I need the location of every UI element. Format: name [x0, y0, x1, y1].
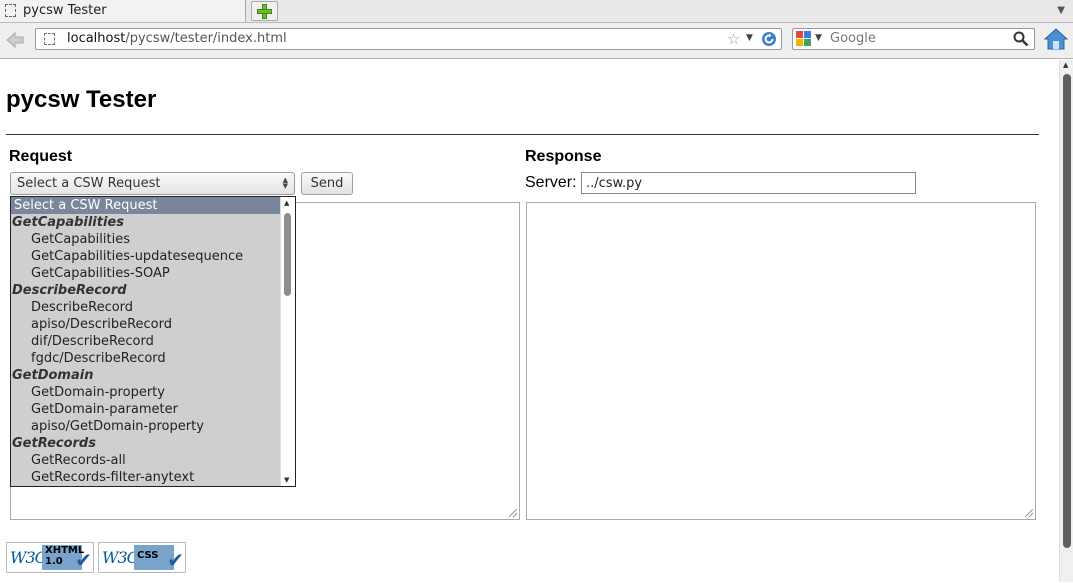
- page-title: pycsw Tester: [6, 86, 157, 113]
- dropdown-option[interactable]: apiso/GetDomain-property: [11, 418, 282, 435]
- dropdown-options: Select a CSW Request GetCapabilities GetCa…: [11, 197, 282, 486]
- reload-icon[interactable]: [761, 31, 777, 47]
- url-host: localhost: [67, 31, 126, 46]
- selected-option[interactable]: Select a CSW Request: [11, 197, 282, 214]
- url-text[interactable]: localhost/pycsw/tester/index.html: [67, 31, 287, 46]
- scroll-down-icon[interactable]: ▼: [284, 476, 289, 484]
- page-icon: [44, 33, 55, 45]
- response-textarea[interactable]: [526, 202, 1036, 520]
- tab-list-icon[interactable]: ▼: [1057, 5, 1065, 16]
- google-icon[interactable]: [796, 31, 812, 47]
- dropdown-option[interactable]: GetCapabilities-updatesequence: [11, 248, 282, 265]
- dropdown-option[interactable]: GetCapabilities-SOAP: [11, 265, 282, 282]
- scroll-up-icon[interactable]: ▲: [284, 199, 289, 207]
- resize-grip-icon[interactable]: [509, 509, 517, 517]
- csw-request-select[interactable]: Select a CSW Request ▲ ▼: [10, 172, 295, 195]
- divider: [6, 134, 1039, 135]
- csw-request-dropdown-list[interactable]: Select a CSW Request GetCapabilities GetCa…: [10, 196, 296, 487]
- dropdown-option[interactable]: fgdc/DescribeRecord: [11, 350, 282, 367]
- option-group-label: GetDomain: [12, 368, 94, 383]
- w3c-css-badge[interactable]: W3C CSS ✔: [98, 542, 186, 573]
- dropdown-option[interactable]: apiso/DescribeRecord: [11, 316, 282, 333]
- scroll-up-icon[interactable]: ▲: [1063, 61, 1068, 69]
- dropdown-option[interactable]: GetDomain-property: [11, 384, 282, 401]
- browser-tab[interactable]: pycsw Tester: [0, 0, 246, 22]
- badge-line2: 1.0: [45, 556, 63, 567]
- address-bar[interactable]: localhost/pycsw/tester/index.html ☆ ▼: [35, 28, 782, 50]
- magnifier-icon[interactable]: [1013, 31, 1029, 47]
- select-arrows-icon: ▲ ▼: [282, 176, 288, 190]
- w3c-logo: W3C: [102, 548, 139, 567]
- history-dropdown-icon[interactable]: ▼: [746, 33, 753, 43]
- plus-icon: [257, 4, 272, 19]
- response-heading: Response: [525, 148, 602, 165]
- option-group-label: GetRecords: [12, 436, 96, 451]
- dropdown-option[interactable]: GetRecords-all: [11, 452, 282, 469]
- star-icon[interactable]: ☆: [727, 30, 740, 48]
- option-group-label: GetCapabilities: [12, 215, 124, 230]
- resize-grip-icon[interactable]: [1025, 509, 1033, 517]
- dropdown-scrollbar[interactable]: ▲ ▼: [280, 197, 295, 486]
- dropdown-option[interactable]: dif/DescribeRecord: [11, 333, 282, 350]
- search-bar[interactable]: ▼ Google: [792, 28, 1035, 50]
- back-arrow-icon[interactable]: [4, 29, 26, 51]
- dropdown-option[interactable]: DescribeRecord: [11, 299, 282, 316]
- search-engine-dropdown-icon[interactable]: ▼: [815, 33, 822, 43]
- server-input[interactable]: [581, 172, 916, 194]
- search-input[interactable]: Google: [830, 31, 876, 46]
- scroll-thumb[interactable]: [284, 213, 291, 296]
- new-tab-button[interactable]: [251, 1, 278, 21]
- page-icon: [5, 4, 16, 17]
- tab-title: pycsw Tester: [23, 3, 107, 18]
- w3c-logo: W3C: [10, 548, 47, 567]
- badge-label: CSS: [137, 550, 159, 561]
- url-path: /pycsw/tester/index.html: [125, 31, 287, 46]
- dropdown-option[interactable]: GetRecords-filter-anytext: [11, 469, 282, 486]
- navigation-bar: localhost/pycsw/tester/index.html ☆ ▼ ▼ …: [0, 23, 1073, 59]
- server-label: Server:: [525, 174, 577, 191]
- w3c-xhtml-badge[interactable]: W3C XHTML 1.0 ✔: [6, 542, 94, 573]
- tab-bar: pycsw Tester ▼: [0, 0, 1073, 23]
- send-button[interactable]: Send: [301, 172, 353, 195]
- scroll-thumb[interactable]: [1063, 74, 1071, 548]
- page-scrollbar[interactable]: ▲: [1059, 60, 1073, 582]
- request-heading: Request: [9, 148, 73, 165]
- select-value: Select a CSW Request: [17, 176, 161, 191]
- home-icon[interactable]: [1043, 26, 1069, 52]
- dropdown-option[interactable]: GetDomain-parameter: [11, 401, 282, 418]
- dropdown-option[interactable]: GetCapabilities: [11, 231, 282, 248]
- check-icon: ✔: [75, 548, 92, 572]
- option-group-label: DescribeRecord: [12, 283, 127, 298]
- check-icon: ✔: [167, 548, 184, 572]
